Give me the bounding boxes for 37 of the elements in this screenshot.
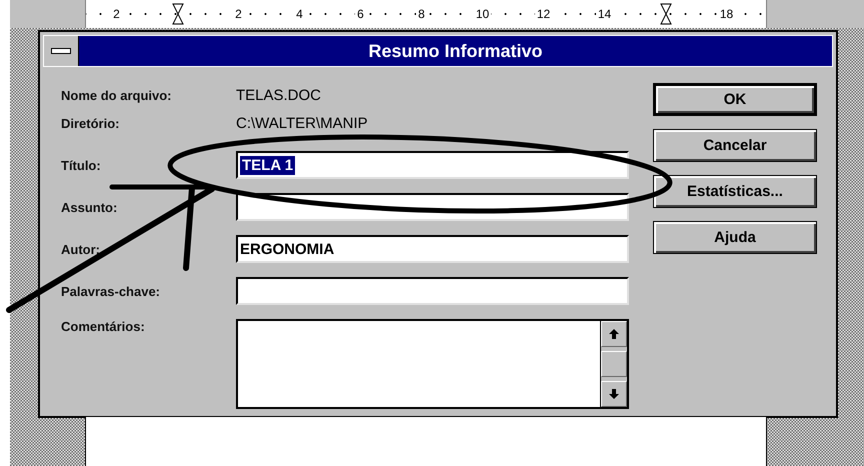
field-label: Autor: bbox=[61, 242, 101, 256]
indent-marker-icon[interactable] bbox=[172, 3, 184, 25]
scroll-down-button[interactable] bbox=[601, 381, 627, 407]
input-field[interactable] bbox=[236, 277, 629, 305]
ruler-number: 14 bbox=[596, 7, 614, 21]
down-arrow-icon bbox=[609, 389, 619, 399]
up-arrow-icon bbox=[609, 329, 619, 339]
input-field[interactable]: TELA 1 bbox=[236, 151, 629, 179]
info-label: Nome do arquivo: bbox=[61, 88, 173, 102]
field-label: Palavras-chave: bbox=[61, 284, 162, 298]
ruler-number: 12 bbox=[534, 7, 552, 21]
scroll-thumb[interactable] bbox=[601, 351, 627, 377]
ruler-number: 18 bbox=[718, 7, 736, 21]
info-value: TELAS.DOC bbox=[236, 86, 322, 104]
comments-field[interactable] bbox=[236, 319, 629, 409]
field-label: Assunto: bbox=[61, 200, 118, 214]
indent-marker-icon[interactable] bbox=[660, 3, 672, 25]
ruler-number: 10 bbox=[474, 7, 492, 21]
info-value: C:\WALTER\MANIP bbox=[236, 114, 368, 132]
ruler-number: 2 bbox=[111, 7, 122, 21]
field-label: Comentários: bbox=[61, 319, 146, 334]
dialog-button[interactable]: Cancelar bbox=[653, 129, 817, 162]
scroll-up-button[interactable] bbox=[601, 321, 627, 347]
system-menu-button[interactable] bbox=[44, 36, 79, 66]
scrollbar[interactable] bbox=[600, 321, 627, 407]
input-field[interactable]: ERGONOMIA bbox=[236, 235, 629, 263]
dialog-button[interactable]: OK bbox=[653, 83, 817, 116]
ruler-number: 4 bbox=[294, 7, 305, 21]
dialog-button[interactable]: Estatísticas... bbox=[653, 175, 817, 208]
info-label: Diretório: bbox=[61, 116, 120, 130]
dialog-button[interactable]: Ajuda bbox=[653, 221, 817, 254]
minus-icon bbox=[51, 48, 71, 54]
window-title: Resumo Informativo bbox=[367, 40, 544, 62]
field-label: Título: bbox=[61, 158, 102, 172]
ruler-number: 8 bbox=[416, 7, 427, 21]
ruler-number: 6 bbox=[355, 7, 366, 21]
ruler-number: 2 bbox=[233, 7, 244, 21]
